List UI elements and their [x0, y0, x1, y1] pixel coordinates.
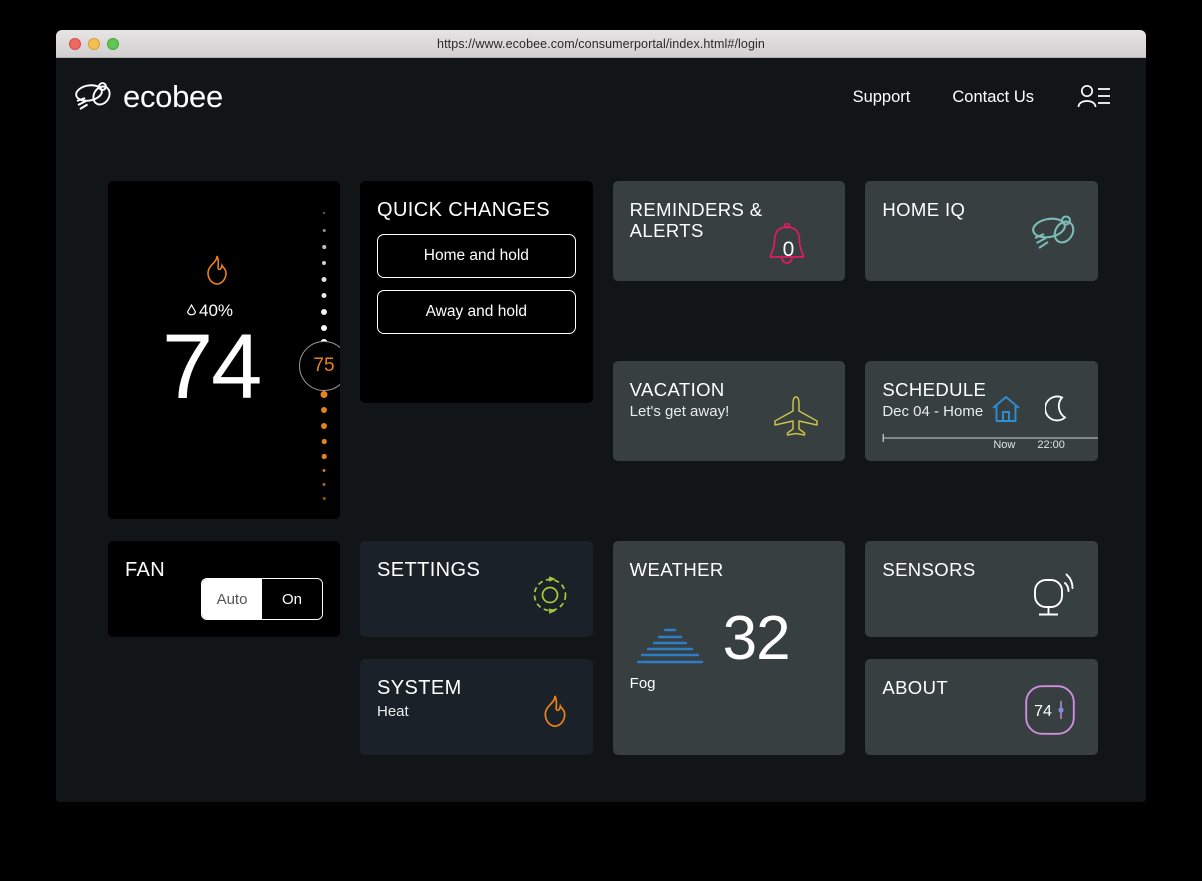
home-icon	[992, 396, 1020, 422]
fan-option-auto[interactable]: Auto	[202, 579, 262, 619]
nav-item-contact-us[interactable]: Contact Us	[952, 88, 1034, 107]
fan-mode-toggle[interactable]: Auto On	[201, 578, 323, 620]
alerts-count: 0	[782, 238, 795, 261]
weather-card[interactable]: WEATHER 32 Fog	[612, 541, 846, 755]
schedule-timeline	[882, 434, 1098, 442]
weather-temperature: 32	[722, 604, 791, 673]
user-account-icon[interactable]	[1076, 84, 1112, 110]
sensors-card[interactable]: SENSORS	[865, 541, 1098, 637]
dial-dot	[322, 469, 326, 472]
dial-dot	[321, 309, 327, 315]
dial-dot	[320, 391, 328, 398]
current-temperature: 74	[162, 316, 262, 418]
header-nav: Support Contact Us	[853, 84, 1112, 110]
dial-dot	[321, 293, 327, 298]
brand-name: ecobee	[123, 79, 223, 114]
settings-card[interactable]: SETTINGS	[360, 541, 593, 637]
fog-icon	[636, 628, 703, 664]
browser-titlebar: https://www.ecobee.com/consumerportal/in…	[56, 30, 1146, 58]
thermostat-card[interactable]: 40% 74 75	[108, 181, 340, 519]
moon-icon	[1045, 395, 1067, 422]
dial-dot	[321, 325, 327, 331]
flame-icon	[544, 695, 566, 727]
fan-option-on[interactable]: On	[262, 579, 322, 619]
dial-dot	[322, 245, 326, 249]
dial-dot	[322, 483, 326, 486]
url-bar[interactable]: https://www.ecobee.com/consumerportal/in…	[56, 37, 1146, 51]
temperature-dial[interactable]: 75	[293, 191, 340, 511]
weather-title: WEATHER	[629, 559, 724, 580]
schedule-icons	[991, 395, 1071, 423]
schedule-now-label: Now	[993, 439, 1016, 451]
dial-dot	[323, 212, 325, 214]
schedule-time-label: 22:00	[1037, 439, 1065, 451]
svg-text:74: 74	[1034, 703, 1052, 720]
dashboard-grid: 40% 74 75 FAN Auto On QUICK CHANGES Home…	[108, 181, 1098, 755]
home-iq-card[interactable]: HOME IQ	[865, 181, 1098, 281]
fan-card[interactable]: FAN Auto On	[108, 541, 340, 637]
weather-condition: Fog	[629, 675, 656, 692]
app-header: ecobee Support Contact Us	[56, 58, 1146, 136]
dial-dot	[321, 439, 327, 444]
airplane-icon	[774, 396, 819, 436]
vacation-card[interactable]: VACATION Let's get away!	[612, 361, 846, 461]
dial-dot	[321, 454, 327, 459]
bee-icon	[1032, 215, 1075, 249]
ecobee-logo[interactable]: ecobee	[74, 79, 223, 115]
gear-icon	[533, 576, 567, 614]
dial-dot	[322, 229, 326, 232]
thermostat-device-icon: 74	[1025, 685, 1075, 735]
home-and-hold-button[interactable]: Home and hold	[377, 234, 576, 278]
quick-changes-card: QUICK CHANGES Home and hold Away and hol…	[360, 181, 593, 403]
reminders-alerts-card[interactable]: REMINDERS & ALERTS 0	[612, 181, 846, 281]
bee-logo-icon	[75, 82, 111, 110]
schedule-card[interactable]: SCHEDULE Dec 04 - Home Now 22:00	[865, 361, 1098, 461]
dial-dot	[322, 497, 326, 500]
sensor-icon	[1034, 573, 1074, 616]
page-content: ecobee Support Contact Us 40% 74 75 FAN …	[56, 58, 1146, 802]
dial-dot	[321, 423, 327, 429]
setpoint-value: 75	[313, 355, 335, 376]
reminders-title-line1: REMINDERS &	[629, 199, 763, 220]
dial-dot	[321, 277, 327, 282]
flame-icon	[207, 255, 227, 285]
away-and-hold-button[interactable]: Away and hold	[377, 290, 576, 334]
dial-dot	[321, 407, 327, 413]
dial-dot	[322, 261, 326, 265]
about-card[interactable]: ABOUT 74	[865, 659, 1098, 755]
browser-window: https://www.ecobee.com/consumerportal/in…	[56, 30, 1146, 802]
setpoint-indicator[interactable]: 75	[299, 341, 340, 391]
nav-item-support[interactable]: Support	[853, 88, 911, 107]
quick-changes-title: QUICK CHANGES	[377, 199, 551, 221]
system-card[interactable]: SYSTEM Heat	[360, 659, 593, 755]
